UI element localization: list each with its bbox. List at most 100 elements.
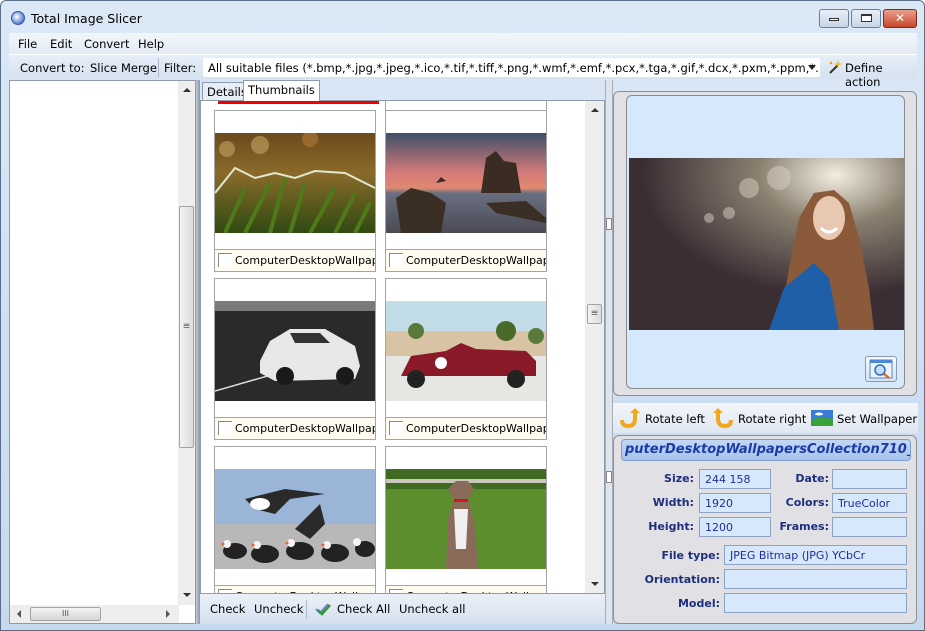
file-name: puterDesktopWallpapersCollection710_05.	[621, 439, 911, 461]
thumbnail-checkbox[interactable]	[218, 253, 232, 267]
collapse-handle-icon[interactable]	[606, 471, 612, 483]
thumbnail-checkbox[interactable]	[389, 421, 403, 435]
wallpaper-icon[interactable]	[811, 410, 833, 426]
preview-frame	[613, 91, 917, 396]
colors-label: Colors:	[785, 496, 829, 509]
convert-to-label: Convert to:	[20, 61, 85, 75]
thumbnail-caption: ComputerDesktopWallpapers	[215, 249, 375, 271]
filetype-label: File type:	[661, 549, 720, 562]
uncheck-all-button[interactable]: Uncheck all	[399, 602, 465, 616]
thumbnail-card[interactable]: ComputerDesktopWallpapers	[385, 278, 547, 440]
close-icon: ✕	[894, 11, 906, 25]
file-info-panel: puterDesktopWallpapersCollection710_05. …	[613, 435, 917, 624]
title-bar[interactable]: Total Image Slicer ✕	[1, 1, 924, 33]
chevron-down-icon[interactable]	[808, 65, 816, 70]
thumbnail-image	[386, 301, 546, 401]
app-icon	[11, 11, 25, 25]
thumbnail-image	[386, 133, 546, 233]
grip-icon: ≡	[182, 321, 191, 332]
close-button[interactable]: ✕	[883, 9, 917, 28]
frames-label: Frames:	[779, 520, 829, 533]
filter-value: All suitable files (*.bmp,*.jpg,*.jpeg,*…	[208, 61, 820, 75]
selection-indicator	[218, 101, 379, 104]
thumbnail-card[interactable]: ComputerDesktopWallpapers	[214, 278, 376, 440]
width-label: Width:	[652, 496, 694, 509]
thumbnail-image	[215, 469, 375, 569]
merge-button[interactable]: Merge	[121, 61, 157, 75]
filter-dropdown[interactable]: All suitable files (*.bmp,*.jpg,*.jpeg,*…	[203, 58, 820, 77]
preview-actions-bar: Rotate left Rotate right Set Wallpaper	[613, 403, 918, 433]
menu-help[interactable]: Help	[138, 37, 164, 51]
model-value	[724, 593, 907, 613]
left-horizontal-scrollbar[interactable]: III	[10, 605, 179, 623]
thumbnail-card[interactable]: ComputerDesktopWallpapers	[385, 446, 547, 593]
rotate-left-button[interactable]: Rotate left	[645, 412, 705, 426]
thumbnail-caption: ComputerDesktopWallpapers	[386, 417, 546, 439]
thumbnail-checkbox[interactable]	[389, 253, 403, 267]
toolbar-divider	[306, 600, 307, 619]
scroll-thumb[interactable]: ≡	[587, 304, 602, 324]
grip-icon: III	[61, 609, 70, 618]
check-all-button[interactable]: Check All	[337, 602, 390, 616]
thumbnail-caption: ComputerDesktopWallpapers	[386, 585, 546, 593]
thumbnail-caption: ComputerDesktopWallpapers	[386, 249, 546, 271]
height-value: 1200	[699, 517, 771, 537]
preview-image	[629, 158, 904, 330]
scroll-up-icon[interactable]	[591, 108, 599, 112]
filter-label: Filter:	[164, 61, 197, 75]
collapse-handle-icon[interactable]	[606, 218, 612, 230]
model-label: Model:	[677, 597, 720, 610]
maximize-button[interactable]	[851, 9, 881, 28]
thumbnail-card[interactable]: ComputerDesktopWallpapers	[214, 110, 376, 272]
frames-value	[832, 517, 907, 537]
height-label: Height:	[648, 520, 694, 533]
scroll-right-icon[interactable]	[166, 610, 170, 618]
colors-value: TrueColor	[832, 493, 907, 513]
minimize-button[interactable]	[819, 9, 849, 28]
size-value: 244 158	[699, 469, 771, 489]
preview-area	[626, 95, 905, 389]
set-wallpaper-button[interactable]: Set Wallpaper	[837, 412, 917, 426]
uncheck-button[interactable]: Uncheck	[254, 602, 303, 616]
window-title: Total Image Slicer	[31, 11, 142, 26]
thumbnail-checkbox[interactable]	[218, 421, 232, 435]
orientation-value	[724, 569, 907, 589]
date-label: Date:	[795, 472, 829, 485]
menu-bar: File Edit Convert Help	[9, 33, 917, 54]
check-button[interactable]: Check	[210, 602, 245, 616]
right-splitter[interactable]	[605, 80, 613, 624]
thumbnail-card[interactable]: ComputerDesktopWallpapers	[214, 446, 376, 593]
scroll-thumb[interactable]: ≡	[179, 206, 194, 448]
check-all-icon	[315, 603, 331, 616]
zoom-preview-button[interactable]	[865, 356, 897, 382]
scroll-down-icon[interactable]	[183, 593, 191, 597]
slice-button[interactable]: Slice	[90, 61, 117, 75]
menu-convert[interactable]: Convert	[84, 37, 129, 51]
thumbnail-image	[215, 133, 375, 233]
grip-icon: ≡	[590, 308, 599, 319]
filetype-value: JPEG Bitmap (JPG) YCbCr	[724, 545, 907, 565]
left-vertical-scrollbar[interactable]: ≡	[178, 81, 195, 605]
tab-thumbnails[interactable]: Thumbnails	[243, 80, 320, 101]
menu-edit[interactable]: Edit	[50, 37, 72, 51]
thumbnail-vertical-scrollbar[interactable]: ≡	[585, 101, 604, 593]
thumbnail-card[interactable]: ComputerDesktopWallpapers	[385, 110, 547, 272]
thumbnail-grid[interactable]: ComputerDesktopWallpapers ComputerDeskto…	[200, 100, 605, 594]
rotate-right-icon[interactable]	[712, 407, 734, 429]
maximize-icon	[860, 14, 872, 22]
thumbnail-image	[386, 469, 546, 569]
toolbar: Convert to: Slice Merge Filter: All suit…	[9, 54, 917, 89]
scroll-left-icon[interactable]	[17, 610, 21, 618]
rotate-left-icon[interactable]	[619, 407, 641, 429]
folder-tree-panel[interactable]: ≡ III	[9, 80, 196, 624]
magnifier-icon	[869, 359, 893, 379]
h-scroll-thumb[interactable]: III	[30, 607, 101, 621]
thumbnail-image	[215, 301, 375, 401]
orientation-label: Orientation:	[644, 573, 720, 586]
scroll-down-icon[interactable]	[591, 582, 599, 586]
scroll-up-icon[interactable]	[183, 88, 191, 92]
rotate-right-button[interactable]: Rotate right	[738, 412, 806, 426]
menu-file[interactable]: File	[18, 37, 37, 51]
check-toolbar: Check Uncheck Check All Uncheck all	[200, 594, 605, 624]
size-label: Size:	[664, 472, 694, 485]
